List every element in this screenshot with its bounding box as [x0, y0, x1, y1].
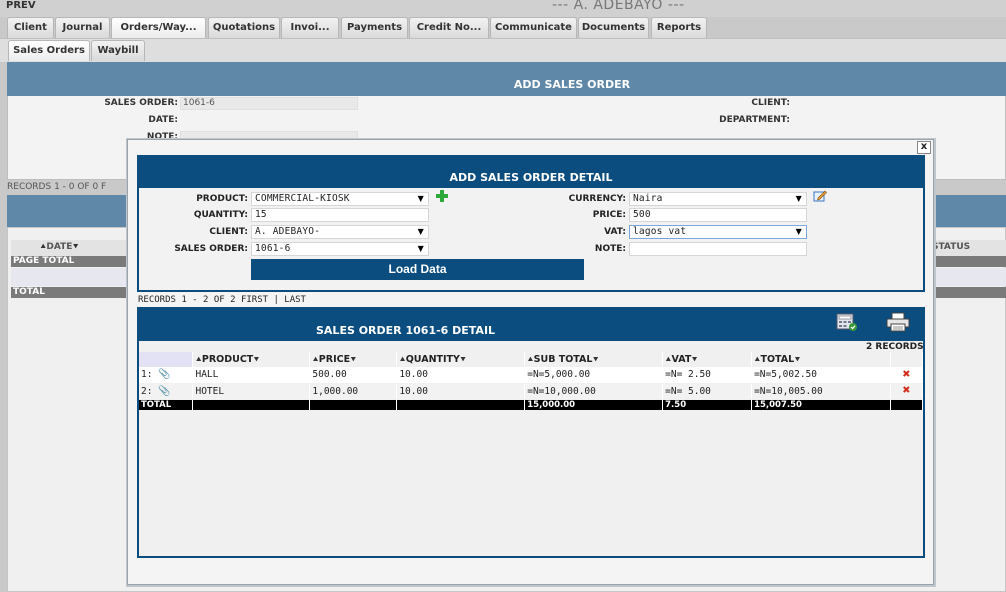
tab-waybill[interactable]: Waybill: [91, 40, 145, 61]
sub-tab-bar: [0, 38, 1006, 62]
column-header-total[interactable]: ⯅TOTAL⯆: [751, 352, 891, 367]
cell-price: 1,000.00: [309, 383, 398, 400]
cell-product: HOTEL: [192, 383, 311, 400]
table-row: 1: 📎 HALL 500.00 10.00 =N=5,000.00 =N= 2…: [139, 367, 924, 384]
row-number-header: [139, 352, 194, 367]
total-label: TOTAL: [139, 399, 194, 410]
cell-quantity: 10.00: [396, 367, 526, 384]
chevron-down-icon: ▼: [417, 194, 424, 203]
tab-documents[interactable]: Documents: [578, 17, 649, 38]
product-select-value: COMMERCIAL-KIOSK: [255, 193, 350, 204]
price-field[interactable]: 500: [629, 208, 807, 222]
prev-link[interactable]: PREV: [6, 0, 36, 11]
vat-select-value: lagos vat: [633, 226, 687, 237]
note-label: NOTE:: [594, 244, 626, 254]
top-bar: [0, 0, 1006, 17]
table-total-row: TOTAL 15,000.00 7.50 15,007.50: [139, 399, 924, 410]
column-header-quantity[interactable]: ⯅QUANTITY⯆: [396, 352, 526, 367]
tab-payments[interactable]: Payments: [341, 17, 408, 38]
sales-order-select[interactable]: 1061-6 ▼: [251, 242, 429, 256]
note-field[interactable]: [629, 242, 807, 256]
tab-client[interactable]: Client: [7, 17, 54, 38]
add-sales-order-title: ADD SALES ORDER: [513, 78, 631, 91]
client-select-value: A. ADEBAYO-: [255, 226, 321, 237]
tab-journal[interactable]: Journal: [55, 17, 110, 38]
cell-vat: =N= 5.00: [662, 383, 753, 400]
column-header-vat[interactable]: ⯅VAT⯆: [662, 352, 753, 367]
vat-label: VAT:: [604, 227, 626, 237]
chevron-down-icon: ▼: [417, 227, 424, 236]
cell-price: 500.00: [309, 367, 398, 384]
detail-table: ⯅PRODUCT⯆ ⯅PRICE⯆ ⯅QUANTITY⯆ ⯅SUB TOTAL⯆…: [139, 352, 924, 410]
vat-select[interactable]: lagos vat ▼: [629, 225, 807, 239]
add-detail-title: ADD SALES ORDER DETAIL: [449, 171, 613, 184]
tab-sales-orders[interactable]: Sales Orders: [8, 40, 90, 61]
chevron-down-icon: ▼: [417, 244, 424, 253]
row-number: 1: 📎: [139, 367, 194, 384]
close-button[interactable]: x: [917, 141, 931, 154]
cell-vat: =N= 2.50: [662, 367, 753, 384]
print-icon[interactable]: [886, 312, 910, 332]
action-header: [890, 352, 924, 367]
client-select[interactable]: A. ADEBAYO- ▼: [251, 225, 429, 239]
bg-date-label: DATE:: [148, 115, 178, 125]
currency-label: CURRENCY:: [568, 194, 626, 204]
tab-invoices[interactable]: Invoi...: [281, 17, 339, 38]
cell-quantity: 10.00: [396, 383, 526, 400]
row-number: 2: 📎: [139, 383, 194, 400]
bg-client-label: CLIENT:: [751, 98, 790, 108]
bg-date-column[interactable]: ⯅DATE⯆: [40, 242, 79, 252]
delete-cell: ✖: [890, 367, 924, 384]
delete-icon[interactable]: ✖: [893, 384, 920, 397]
bg-sales-order-value[interactable]: 1061-6: [180, 97, 358, 110]
detail-title: SALES ORDER 1061-6 DETAIL: [316, 324, 496, 337]
add-product-icon[interactable]: [436, 190, 448, 202]
tab-reports[interactable]: Reports: [651, 17, 707, 38]
bg-department-label: DEPARTMENT:: [719, 115, 790, 125]
tab-credit-notes[interactable]: Credit No...: [409, 17, 489, 38]
product-select[interactable]: COMMERCIAL-KIOSK ▼: [251, 192, 429, 206]
cell-sub-total: =N=5,000.00: [524, 367, 664, 384]
delete-icon[interactable]: ✖: [893, 368, 920, 381]
delete-cell: ✖: [890, 383, 924, 400]
total-sub-total: 15,000.00: [524, 399, 664, 410]
paperclip-icon[interactable]: 📎: [158, 369, 170, 380]
record-count: 2 RECORDS: [866, 342, 924, 352]
tab-communicate[interactable]: Communicate: [490, 17, 577, 38]
client-title: --- A. ADEBAYO ---: [552, 0, 685, 13]
paperclip-icon[interactable]: 📎: [158, 386, 170, 397]
load-data-button[interactable]: Load Data: [251, 259, 584, 280]
quantity-label: QUANTITY:: [193, 210, 248, 220]
bg-status-column[interactable]: STATUS: [932, 242, 970, 252]
column-header-product[interactable]: ⯅PRODUCT⯆: [192, 352, 311, 367]
total-total: 15,007.50: [751, 399, 891, 410]
cell-product: HALL: [192, 367, 311, 384]
bg-records-line: RECORDS 1 - 0 OF 0 F: [7, 182, 107, 192]
cell-sub-total: =N=10,000.00: [524, 383, 664, 400]
records-pagination[interactable]: RECORDS 1 - 2 OF 2 FIRST | LAST: [138, 295, 306, 305]
table-header-row: ⯅PRODUCT⯆ ⯅PRICE⯆ ⯅QUANTITY⯆ ⯅SUB TOTAL⯆…: [139, 352, 924, 367]
column-header-sub-total[interactable]: ⯅SUB TOTAL⯆: [524, 352, 664, 367]
product-label: PRODUCT:: [196, 194, 248, 204]
table-row: 2: 📎 HOTEL 1,000.00 10.00 =N=10,000.00 =…: [139, 383, 924, 400]
cell-total: =N=10,005.00: [751, 383, 891, 400]
column-header-price[interactable]: ⯅PRICE⯆: [309, 352, 398, 367]
sales-order-select-value: 1061-6: [255, 243, 291, 254]
quantity-field[interactable]: 15: [251, 208, 429, 222]
calculator-icon[interactable]: [836, 312, 858, 332]
total-vat: 7.50: [662, 399, 753, 410]
currency-select[interactable]: Naira ▼: [629, 192, 807, 206]
tab-quotations[interactable]: Quotations: [208, 17, 280, 38]
chevron-down-icon: ▼: [795, 194, 802, 203]
chevron-down-icon: ▼: [795, 227, 802, 236]
client-label: CLIENT:: [209, 227, 248, 237]
cell-total: =N=5,002.50: [751, 367, 891, 384]
tab-orders-waybill[interactable]: Orders/Way...: [111, 17, 206, 38]
price-label: PRICE:: [592, 210, 626, 220]
sales-order-label: SALES ORDER:: [174, 244, 248, 254]
edit-icon[interactable]: [813, 190, 827, 202]
currency-select-value: Naira: [633, 193, 663, 204]
bg-sales-order-label: SALES ORDER:: [104, 98, 178, 108]
